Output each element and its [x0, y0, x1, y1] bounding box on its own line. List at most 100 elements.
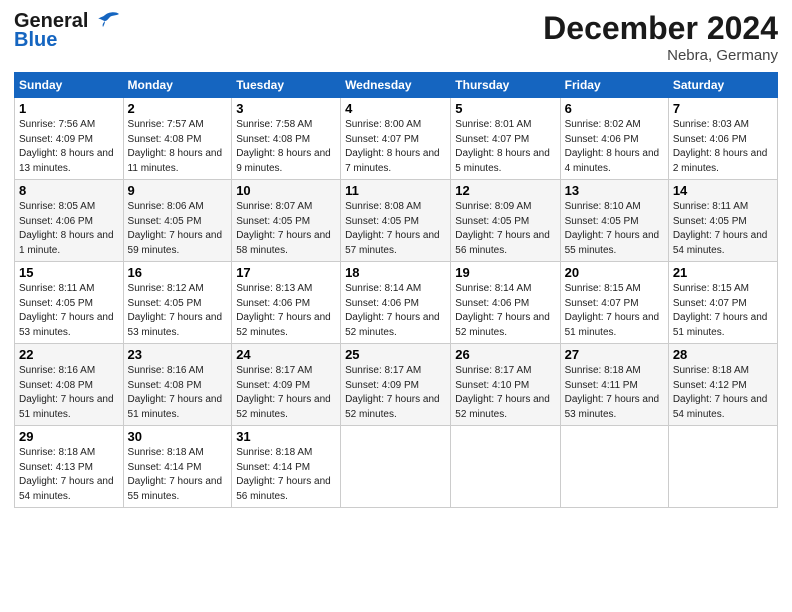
day-info: Sunrise: 7:58 AMSunset: 4:08 PMDaylight:…: [236, 118, 336, 176]
day-number: 21: [673, 265, 773, 280]
header: General Blue December 2024 Nebra, German…: [14, 10, 778, 64]
day-info: Sunrise: 8:18 AMSunset: 4:14 PMDaylight:…: [128, 446, 228, 504]
calendar-cell: 26 Sunrise: 8:17 AMSunset: 4:10 PMDayligh…: [451, 344, 560, 426]
calendar-cell: 14Sunrise: 8:11 AMSunset: 4:05 PMDayligh…: [668, 180, 777, 262]
day-number: 17: [236, 265, 336, 280]
day-number: 3: [236, 101, 336, 116]
calendar-header-row: SundayMondayTuesdayWednesdayThursdayFrid…: [15, 73, 778, 98]
calendar-cell: 22 Sunrise: 8:16 AMSunset: 4:08 PMDayligh…: [15, 344, 124, 426]
day-info: Sunrise: 8:13 AMSunset: 4:06 PMDaylight:…: [236, 282, 336, 340]
day-info: Sunrise: 8:11 AMSunset: 4:05 PMDaylight:…: [673, 200, 773, 258]
calendar-cell: 17 Sunrise: 8:13 AMSunset: 4:06 PMDayligh…: [232, 262, 341, 344]
day-info: Sunrise: 8:15 AMSunset: 4:07 PMDaylight:…: [673, 282, 773, 340]
day-info: Sunrise: 8:18 AMSunset: 4:14 PMDaylight:…: [236, 446, 336, 504]
calendar-header-friday: Friday: [560, 73, 668, 98]
calendar-cell: 2 Sunrise: 7:57 AMSunset: 4:08 PMDaylight…: [123, 98, 232, 180]
day-info: Sunrise: 8:17 AMSunset: 4:09 PMDaylight:…: [236, 364, 336, 422]
day-number: 4: [345, 101, 446, 116]
calendar-cell: 10 Sunrise: 8:07 AMSunset: 4:05 PMDayligh…: [232, 180, 341, 262]
calendar-cell: 5Sunrise: 8:01 AMSunset: 4:07 PMDaylight…: [451, 98, 560, 180]
day-info: Sunrise: 7:56 AMSunset: 4:09 PMDaylight:…: [19, 118, 119, 176]
day-info: Sunrise: 8:12 AMSunset: 4:05 PMDaylight:…: [128, 282, 228, 340]
day-number: 11: [345, 183, 446, 198]
day-info: Sunrise: 8:17 AMSunset: 4:10 PMDaylight:…: [455, 364, 555, 422]
location: Nebra, Germany: [543, 47, 778, 64]
day-number: 7: [673, 101, 773, 116]
day-number: 16: [128, 265, 228, 280]
day-number: 20: [565, 265, 664, 280]
calendar-header-saturday: Saturday: [668, 73, 777, 98]
day-info: Sunrise: 8:11 AMSunset: 4:05 PMDaylight:…: [19, 282, 119, 340]
calendar-cell: 23 Sunrise: 8:16 AMSunset: 4:08 PMDayligh…: [123, 344, 232, 426]
day-number: 15: [19, 265, 119, 280]
calendar-cell: 21 Sunrise: 8:15 AMSunset: 4:07 PMDayligh…: [668, 262, 777, 344]
day-info: Sunrise: 8:08 AMSunset: 4:05 PMDaylight:…: [345, 200, 446, 258]
day-info: Sunrise: 7:57 AMSunset: 4:08 PMDaylight:…: [128, 118, 228, 176]
day-number: 1: [19, 101, 119, 116]
day-info: Sunrise: 8:18 AMSunset: 4:12 PMDaylight:…: [673, 364, 773, 422]
calendar-week-4: 22 Sunrise: 8:16 AMSunset: 4:08 PMDayligh…: [15, 344, 778, 426]
calendar-cell: 8 Sunrise: 8:05 AMSunset: 4:06 PMDaylight…: [15, 180, 124, 262]
day-number: 8: [19, 183, 119, 198]
day-number: 30: [128, 429, 228, 444]
calendar-header-tuesday: Tuesday: [232, 73, 341, 98]
calendar-cell: [668, 426, 777, 508]
logo: General Blue: [14, 10, 120, 52]
calendar-cell: 16 Sunrise: 8:12 AMSunset: 4:05 PMDayligh…: [123, 262, 232, 344]
day-number: 18: [345, 265, 446, 280]
day-info: Sunrise: 8:18 AMSunset: 4:11 PMDaylight:…: [565, 364, 664, 422]
day-info: Sunrise: 8:17 AMSunset: 4:09 PMDaylight:…: [345, 364, 446, 422]
calendar-cell: 29 Sunrise: 8:18 AMSunset: 4:13 PMDayligh…: [15, 426, 124, 508]
calendar-week-2: 8 Sunrise: 8:05 AMSunset: 4:06 PMDaylight…: [15, 180, 778, 262]
day-number: 6: [565, 101, 664, 116]
calendar-cell: 24Sunrise: 8:17 AMSunset: 4:09 PMDayligh…: [232, 344, 341, 426]
day-number: 12: [455, 183, 555, 198]
calendar-week-1: 1 Sunrise: 7:56 AMSunset: 4:09 PMDaylight…: [15, 98, 778, 180]
day-info: Sunrise: 8:07 AMSunset: 4:05 PMDaylight:…: [236, 200, 336, 258]
day-number: 5: [455, 101, 555, 116]
day-number: 22: [19, 347, 119, 362]
calendar-week-3: 15 Sunrise: 8:11 AMSunset: 4:05 PMDayligh…: [15, 262, 778, 344]
day-number: 29: [19, 429, 119, 444]
calendar-cell: 7Sunrise: 8:03 AMSunset: 4:06 PMDaylight…: [668, 98, 777, 180]
calendar-cell: 15 Sunrise: 8:11 AMSunset: 4:05 PMDayligh…: [15, 262, 124, 344]
day-number: 2: [128, 101, 228, 116]
day-number: 10: [236, 183, 336, 198]
day-info: Sunrise: 8:10 AMSunset: 4:05 PMDaylight:…: [565, 200, 664, 258]
day-info: Sunrise: 8:16 AMSunset: 4:08 PMDaylight:…: [19, 364, 119, 422]
calendar-header-monday: Monday: [123, 73, 232, 98]
calendar-cell: 18Sunrise: 8:14 AMSunset: 4:06 PMDayligh…: [341, 262, 451, 344]
calendar-table: SundayMondayTuesdayWednesdayThursdayFrid…: [14, 72, 778, 508]
calendar-cell: [341, 426, 451, 508]
calendar-cell: 27Sunrise: 8:18 AMSunset: 4:11 PMDayligh…: [560, 344, 668, 426]
day-info: Sunrise: 8:02 AMSunset: 4:06 PMDaylight:…: [565, 118, 664, 176]
logo-text-blue: Blue: [14, 29, 57, 52]
calendar-header-sunday: Sunday: [15, 73, 124, 98]
calendar-cell: 20 Sunrise: 8:15 AMSunset: 4:07 PMDayligh…: [560, 262, 668, 344]
calendar-cell: [560, 426, 668, 508]
day-number: 28: [673, 347, 773, 362]
day-info: Sunrise: 8:15 AMSunset: 4:07 PMDaylight:…: [565, 282, 664, 340]
day-number: 9: [128, 183, 228, 198]
calendar-cell: 30 Sunrise: 8:18 AMSunset: 4:14 PMDayligh…: [123, 426, 232, 508]
calendar-cell: 1 Sunrise: 7:56 AMSunset: 4:09 PMDaylight…: [15, 98, 124, 180]
calendar-header-thursday: Thursday: [451, 73, 560, 98]
calendar-cell: 25Sunrise: 8:17 AMSunset: 4:09 PMDayligh…: [341, 344, 451, 426]
calendar-cell: 4Sunrise: 8:00 AMSunset: 4:07 PMDaylight…: [341, 98, 451, 180]
day-info: Sunrise: 8:05 AMSunset: 4:06 PMDaylight:…: [19, 200, 119, 258]
day-info: Sunrise: 8:16 AMSunset: 4:08 PMDaylight:…: [128, 364, 228, 422]
day-info: Sunrise: 8:09 AMSunset: 4:05 PMDaylight:…: [455, 200, 555, 258]
calendar-cell: 13 Sunrise: 8:10 AMSunset: 4:05 PMDayligh…: [560, 180, 668, 262]
day-number: 13: [565, 183, 664, 198]
day-number: 19: [455, 265, 555, 280]
day-info: Sunrise: 8:18 AMSunset: 4:13 PMDaylight:…: [19, 446, 119, 504]
day-number: 23: [128, 347, 228, 362]
title-area: December 2024 Nebra, Germany: [543, 10, 778, 64]
calendar-cell: 31Sunrise: 8:18 AMSunset: 4:14 PMDayligh…: [232, 426, 341, 508]
calendar-cell: 12 Sunrise: 8:09 AMSunset: 4:05 PMDayligh…: [451, 180, 560, 262]
calendar-cell: 9Sunrise: 8:06 AMSunset: 4:05 PMDaylight…: [123, 180, 232, 262]
calendar-header-wednesday: Wednesday: [341, 73, 451, 98]
calendar-cell: 6 Sunrise: 8:02 AMSunset: 4:06 PMDaylight…: [560, 98, 668, 180]
day-number: 26: [455, 347, 555, 362]
page: General Blue December 2024 Nebra, German…: [0, 0, 792, 612]
